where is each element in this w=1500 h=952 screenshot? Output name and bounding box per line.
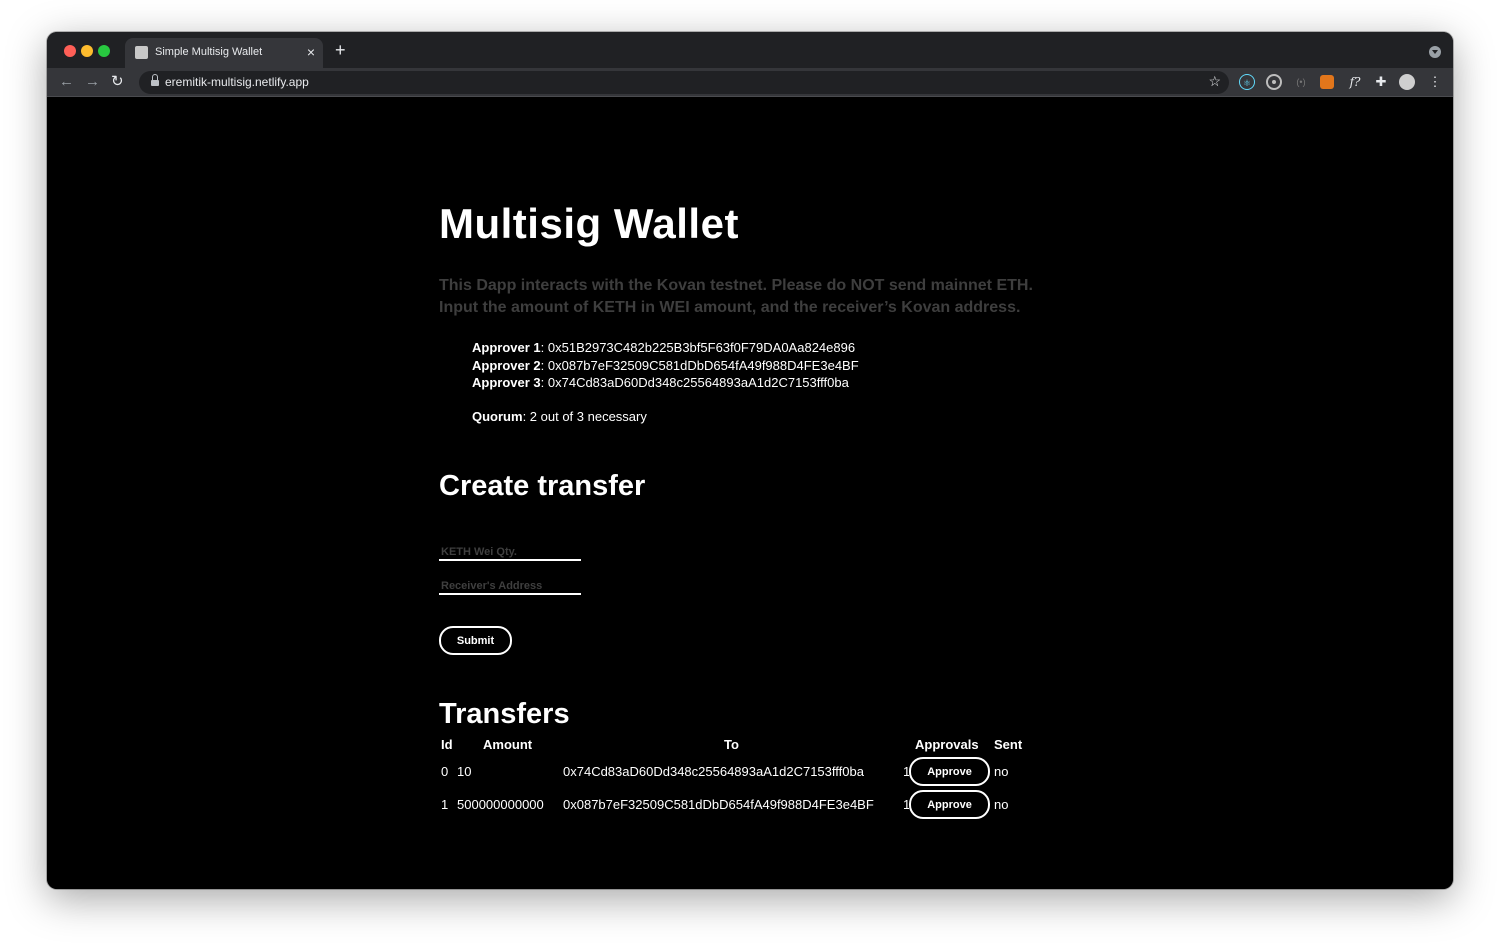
tab-strip: Simple Multisig Wallet × + (47, 32, 1453, 68)
browser-window: Simple Multisig Wallet × + ← → ↻ eremiti… (47, 32, 1453, 889)
submit-button[interactable]: Submit (439, 626, 512, 655)
transfer-sent: no (994, 764, 1009, 779)
intro-line-1: This Dapp interacts with the Kovan testn… (439, 277, 1033, 294)
approver-row: Approver 2: 0x087b7eF32509C581dDbD654fA4… (472, 357, 859, 373)
page-title: Multisig Wallet (439, 200, 739, 247)
approver-row: Approver 1: 0x51B2973C482b225B3bf5F63f0F… (472, 340, 856, 355)
quorum-info: Quorum: 2 out of 3 necessary (472, 409, 647, 424)
tab-search-icon[interactable] (1429, 46, 1441, 58)
column-header-approvals: Approvals (915, 737, 979, 752)
column-header-amount: Amount (483, 737, 533, 752)
transfer-amount: 10 (457, 764, 472, 779)
receiver-address-input[interactable] (439, 579, 581, 595)
approver-address: 0x51B2973C482b225B3bf5F63f0F79DA0Aa824e8… (547, 340, 856, 355)
close-window-button[interactable] (64, 45, 76, 57)
quorum-label: Quorum (472, 409, 523, 424)
column-header-to: To (724, 737, 739, 752)
quorum-value: 2 out of 3 necessary (529, 409, 647, 424)
approver-label: Approver 1 (472, 340, 541, 355)
transfer-recipient: 0x74Cd83aD60Dd348c25564893aA1d2C7153fff0… (563, 764, 864, 779)
approvers-list: Approver 1: 0x51B2973C482b225B3bf5F63f0F… (472, 339, 859, 392)
column-header-id: Id (441, 737, 453, 752)
approver-row: Approver 3: 0x74Cd83aD60Dd348c25564893aA… (472, 375, 849, 390)
tab-title: Simple Multisig Wallet (155, 46, 263, 58)
intro-text: This Dapp interacts with the Kovan testn… (439, 275, 1033, 319)
forward-arrow-icon[interactable]: → (85, 72, 100, 92)
transfer-id: 0 (441, 764, 449, 779)
transfer-amount: 500000000000 (457, 797, 544, 812)
extensions-puzzle-icon[interactable]: ✚ (1373, 74, 1389, 90)
create-transfer-heading: Create transfer (439, 470, 646, 502)
tab-close-icon[interactable]: × (307, 44, 315, 60)
signal-extension-icon[interactable]: (•) (1293, 74, 1309, 90)
reload-icon[interactable]: ↻ (111, 72, 124, 92)
url-text[interactable]: eremitik-multisig.netlify.app (165, 75, 309, 89)
browser-tab[interactable]: Simple Multisig Wallet × (125, 38, 323, 68)
keth-qty-input[interactable] (439, 545, 581, 561)
profile-avatar[interactable] (1399, 74, 1415, 90)
back-arrow-icon[interactable]: ← (59, 72, 74, 92)
approve-button[interactable]: Approve (909, 757, 990, 786)
metamask-fox-icon[interactable] (1320, 75, 1334, 89)
transfer-sent: no (994, 797, 1009, 812)
intro-line-2: Input the amount of KETH in WEI amount, … (439, 299, 1021, 316)
react-devtools-icon[interactable]: ⚛ (1239, 74, 1255, 90)
approver-label: Approver 2 (472, 357, 541, 373)
more-menu-icon[interactable]: ⋮ (1427, 74, 1443, 90)
function-extension-icon[interactable]: f? (1345, 74, 1365, 90)
minimize-window-button[interactable] (81, 45, 93, 57)
transfer-id: 1 (441, 797, 449, 812)
transfer-recipient: 0x087b7eF32509C581dDbD654fA49f988D4FE3e4… (563, 797, 874, 812)
approve-button[interactable]: Approve (909, 790, 990, 819)
target-extension-icon[interactable] (1266, 74, 1282, 90)
bookmark-star-icon[interactable]: ☆ (1208, 73, 1221, 90)
page-viewport: Multisig Wallet This Dapp interacts with… (47, 97, 1453, 889)
column-header-sent: Sent (994, 737, 1023, 752)
lock-icon[interactable] (151, 74, 159, 86)
maximize-window-button[interactable] (98, 45, 110, 57)
address-bar[interactable]: eremitik-multisig.netlify.app ☆ (139, 71, 1229, 94)
approver-address: 0x74Cd83aD60Dd348c25564893aA1d2C7153fff0… (547, 375, 849, 390)
transfers-heading: Transfers (439, 698, 570, 730)
approver-label: Approver 3 (472, 375, 541, 390)
browser-toolbar: ← → ↻ eremitik-multisig.netlify.app ☆ ⚛ … (47, 68, 1453, 97)
new-tab-button[interactable]: + (335, 39, 346, 61)
favicon-icon (135, 46, 148, 59)
approver-address: 0x087b7eF32509C581dDbD654fA49f988D4FE3e4… (547, 357, 859, 373)
